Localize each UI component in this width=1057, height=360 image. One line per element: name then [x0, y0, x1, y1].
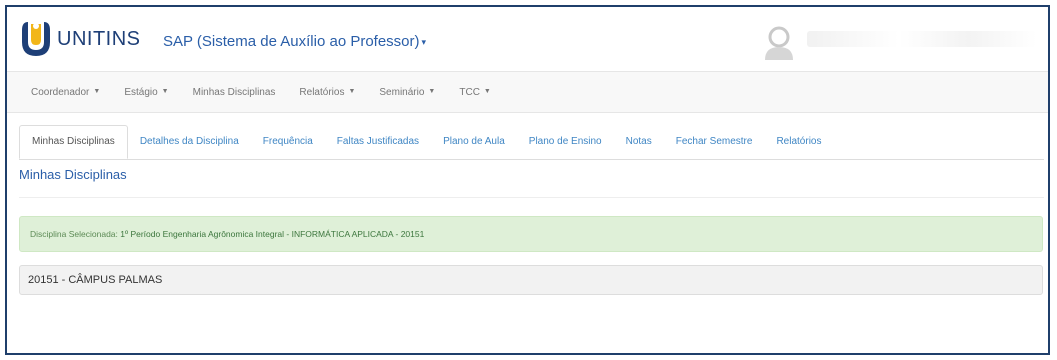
unitins-logo[interactable]: UNITINS: [19, 19, 141, 59]
main-menu: Coordenador ▼ Estágio ▼ Minhas Disciplinas Re…: [7, 72, 1048, 112]
alert-label: Disciplina Selecionada:: [30, 229, 118, 239]
tab[interactable]: Plano de Aula: [431, 125, 517, 159]
divider: [19, 197, 1044, 198]
user-info-blurred: [807, 31, 1037, 47]
tab[interactable]: Faltas Justificadas: [325, 125, 431, 159]
page-title: Minhas Disciplinas: [19, 167, 127, 182]
discipline-tabs: Minhas Disciplinas Detalhes da Disciplina…: [19, 125, 1044, 160]
menu-item[interactable]: Coordenador ▼: [31, 87, 100, 98]
chevron-down-icon: ▾: [421, 36, 427, 47]
chevron-down-icon: ▼: [428, 88, 436, 96]
menu-item[interactable]: TCC ▼: [459, 87, 491, 98]
tab[interactable]: Detalhes da Disciplina: [128, 125, 251, 159]
menu-item-label: Estágio: [124, 86, 158, 98]
tab[interactable]: Fechar Semestre: [664, 125, 765, 159]
alert-value: 1º Período Engenharia Agrônomica Integra…: [120, 229, 425, 239]
menu-item[interactable]: Seminário ▼: [379, 87, 435, 98]
menu-item-label: Coordenador: [31, 86, 90, 98]
app-title-dropdown[interactable]: SAP (Sistema de Auxílio ao Professor) ▾: [163, 33, 426, 50]
tab[interactable]: Frequência: [251, 125, 325, 159]
tab[interactable]: Plano de Ensino: [517, 125, 614, 159]
unitins-logo-icon: [22, 22, 50, 56]
app-title-label: SAP (Sistema de Auxílio ao Professor): [163, 33, 420, 50]
user-avatar-icon[interactable]: [763, 25, 795, 61]
menu-item-label: Minhas Disciplinas: [192, 86, 276, 98]
tab[interactable]: Minhas Disciplinas: [19, 125, 128, 159]
menu-item-label: TCC: [459, 86, 480, 98]
logo-text: UNITINS: [57, 27, 141, 50]
tab[interactable]: Relatórios: [764, 125, 833, 159]
menu-item[interactable]: Estágio ▼: [124, 87, 168, 98]
menu-item-label: Seminário: [379, 86, 425, 98]
menu-item[interactable]: Relatórios ▼: [299, 87, 355, 98]
campus-panel-heading[interactable]: 20151 - CÂMPUS PALMAS: [19, 265, 1043, 295]
menu-item[interactable]: Minhas Disciplinas: [193, 87, 276, 98]
top-header: UNITINS SAP (Sistema de Auxílio ao Profe…: [7, 7, 1048, 69]
chevron-down-icon: ▼: [93, 88, 101, 96]
chevron-down-icon: ▼: [161, 88, 169, 96]
app-window: UNITINS SAP (Sistema de Auxílio ao Profe…: [5, 5, 1050, 355]
selected-discipline-alert: Disciplina Selecionada: 1º Período Engen…: [19, 216, 1043, 252]
tab[interactable]: Notas: [614, 125, 664, 159]
tab-list: Minhas Disciplinas Detalhes da Disciplina…: [19, 125, 1044, 159]
menu-item-label: Relatórios: [299, 86, 345, 98]
main-navbar: Coordenador ▼ Estágio ▼ Minhas Disciplinas Re…: [7, 71, 1048, 113]
chevron-down-icon: ▼: [483, 88, 491, 96]
chevron-down-icon: ▼: [348, 88, 356, 96]
